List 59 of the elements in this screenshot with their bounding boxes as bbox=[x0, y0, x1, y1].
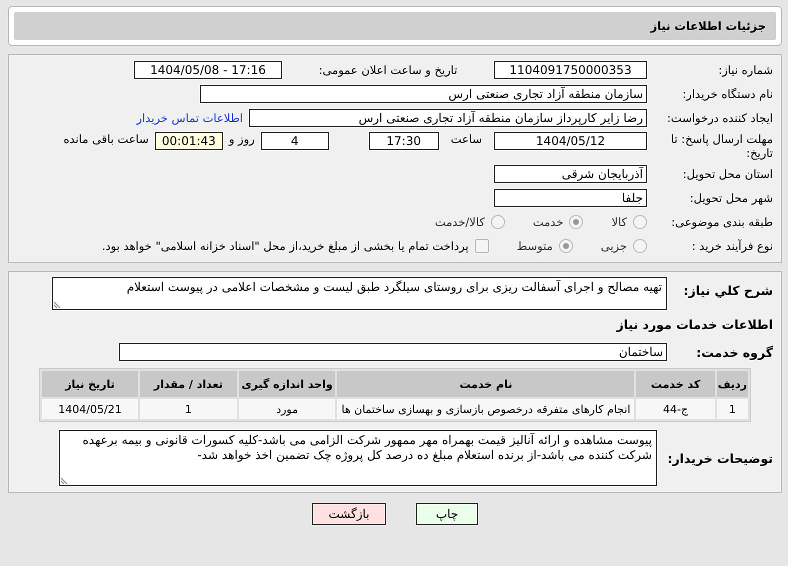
field-label: تاريخ و ساعت اعلان عمومی: bbox=[318, 63, 458, 77]
buyer-contact-link[interactable]: اطلاعات تماس خریدار bbox=[136, 111, 243, 125]
field-label: نام دستگاه خریدار: bbox=[681, 87, 773, 101]
table-cell: 1 bbox=[716, 399, 748, 419]
column-header: ردیف bbox=[716, 371, 748, 397]
radio-button[interactable] bbox=[633, 215, 647, 229]
checkbox-label: پرداخت تمام یا بخشی از مبلغ خرید،از محل "اسناد خزانه اسلامی" خواهد بود. bbox=[102, 239, 469, 253]
table-cell: 1404/05/21 bbox=[42, 399, 138, 419]
field-label: شرح کلي نياز: bbox=[682, 283, 773, 298]
deadline-time-field: 17:30 bbox=[368, 132, 439, 150]
field-label: توضیحات خریدار: bbox=[666, 450, 773, 466]
section-title: اطلاعات خدمات مورد نياز bbox=[615, 316, 773, 332]
days-field: 4 bbox=[260, 132, 329, 150]
resize-grip-icon bbox=[61, 476, 69, 484]
service-group-field: ساختمان bbox=[119, 343, 667, 361]
radio-label: خدمت bbox=[532, 215, 564, 229]
province-field: آذربایجان شرقی bbox=[494, 165, 647, 183]
city-field: جلفا bbox=[494, 189, 647, 207]
buyer-notes-textarea[interactable]: پیوست مشاهده و ارائه آنالیز قیمت بهمراه مهر ممهور شرکت الزامی می باشد-کلیه کسورات قانونی و بیمه برعهده شرکت کننده می باشد-از برنده استعلام مبلغ ده درصد کل پروژه چک تضمین اخذ خواهد شد- bbox=[59, 430, 657, 486]
back-button[interactable]: بازگشت bbox=[312, 503, 386, 525]
field-label: مهلت ارسال پاسخ: تا تاریخ: bbox=[670, 132, 773, 160]
field-label: شماره نیاز: bbox=[717, 63, 773, 77]
table-cell: انجام کارهای متفرقه درخصوص بازسازی و بهسازی ساختمان ها bbox=[337, 399, 634, 419]
column-header: نام خدمت bbox=[337, 371, 634, 397]
column-header: تاریخ نیاز bbox=[42, 371, 138, 397]
field-label: گروه خدمت: bbox=[695, 344, 773, 360]
field-label: روز و bbox=[228, 132, 255, 146]
field-label: ساعت باقی مانده bbox=[64, 132, 149, 146]
field-label: ساعت bbox=[450, 132, 482, 146]
requester-field: رضا زایر کارپرداز سازمان منطقه آزاد تجاری صنعتی ارس bbox=[249, 109, 647, 127]
column-header: کد خدمت bbox=[636, 371, 715, 397]
need-number-field: 1104091750000353 bbox=[494, 61, 647, 79]
field-label: شهر محل تحویل: bbox=[688, 191, 773, 205]
checkbox[interactable] bbox=[474, 239, 489, 253]
radio-label: متوسط bbox=[516, 239, 553, 253]
radio-button[interactable] bbox=[633, 239, 647, 253]
radio-label: کالا bbox=[611, 215, 627, 229]
announce-date-field: 1404/05/08 - 17:16 bbox=[134, 61, 282, 79]
table-cell: مورد bbox=[238, 399, 336, 419]
description-textarea[interactable]: تهیه مصالح و اجرای آسفالت ریزی برای روستای سیلگرد طبق لیست و مشخصات اعلامی در پیوست استعلام bbox=[52, 277, 667, 310]
table-cell: 1 bbox=[140, 399, 237, 419]
remaining-time-field: 00:01:43 bbox=[154, 132, 223, 150]
radio-button[interactable] bbox=[490, 215, 505, 229]
radio-label: کالا/خدمت bbox=[434, 215, 485, 229]
field-label: نوع فرآیند خرید : bbox=[690, 239, 773, 253]
resize-grip-icon bbox=[54, 300, 62, 308]
buyer-org-field: سازمان منطقه آزاد تجاری صنعتی ارس bbox=[200, 85, 647, 103]
radio-button[interactable] bbox=[569, 215, 584, 229]
radio-button[interactable] bbox=[558, 239, 573, 253]
column-header: تعداد / مقدار bbox=[140, 371, 237, 397]
field-label: ایجاد کننده درخواست: bbox=[666, 111, 773, 125]
column-header: واحد اندازه گیری bbox=[238, 371, 336, 397]
page-title: جزئیات اطلاعات نیاز bbox=[14, 12, 776, 40]
deadline-date-field: 1404/05/12 bbox=[494, 132, 647, 150]
field-label: طبقه بندی موضوعی: bbox=[670, 215, 773, 229]
print-button[interactable]: چاپ bbox=[416, 503, 478, 525]
field-label: استان محل تحویل: bbox=[682, 167, 773, 181]
table-cell: ج-44 bbox=[636, 399, 715, 419]
radio-label: جزیی bbox=[600, 239, 627, 253]
